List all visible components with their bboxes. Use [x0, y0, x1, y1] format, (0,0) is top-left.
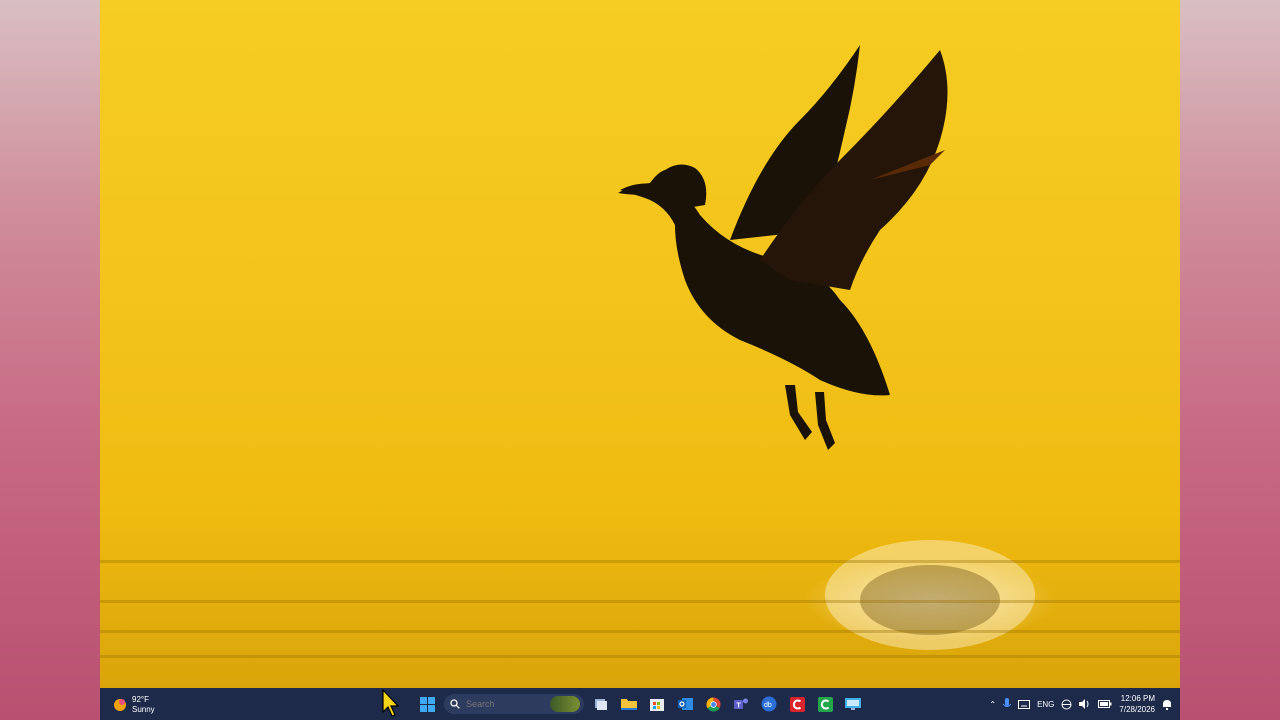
start-button[interactable] — [416, 693, 438, 715]
show-hidden-icons-chevron-icon[interactable]: ⌃ — [989, 700, 996, 709]
svg-text:T: T — [736, 703, 741, 710]
red-app-icon — [789, 696, 805, 712]
search-highlight-image — [550, 696, 580, 712]
svg-text:db: db — [764, 702, 772, 709]
teams-button[interactable]: T — [730, 693, 752, 715]
sun-cloud-icon — [114, 699, 126, 711]
windows-logo-icon — [419, 696, 435, 712]
search-bar[interactable] — [444, 694, 584, 714]
clock-time: 12:06 PM — [1120, 694, 1155, 703]
search-input[interactable] — [464, 698, 528, 710]
system-tray: ⌃ ENG 12:06 PM 7/28/2026 — [989, 692, 1172, 716]
remote-desktop-icon — [845, 698, 861, 710]
search-icon — [450, 699, 460, 709]
keyboard-icon[interactable] — [1018, 699, 1031, 709]
outlook-button[interactable] — [674, 693, 696, 715]
taskbar: 92°F Sunny Search T db ⌃ ENG 12:06 PM 7/… — [100, 688, 1180, 720]
remote-desktop-button[interactable] — [842, 693, 864, 715]
chrome-icon — [705, 696, 721, 712]
store-button[interactable] — [646, 693, 668, 715]
outlook-icon — [677, 698, 693, 710]
duck-silhouette — [618, 45, 1035, 650]
weather-temp: 92°F — [132, 695, 149, 704]
db-icon: db — [761, 696, 777, 712]
mouse-cursor-icon — [382, 688, 400, 717]
red-app-button[interactable] — [786, 693, 808, 715]
chrome-button[interactable] — [702, 693, 724, 715]
network-icon[interactable] — [1061, 699, 1072, 710]
green-app-icon — [817, 696, 833, 712]
task-view-button[interactable] — [590, 693, 612, 715]
volume-icon[interactable] — [1079, 699, 1091, 709]
desktop-wallpaper — [100, 0, 1180, 688]
clock[interactable]: 12:06 PM 7/28/2026 — [1119, 693, 1155, 715]
weather-widget[interactable]: 92°F Sunny — [112, 694, 155, 716]
green-app-button[interactable] — [814, 693, 836, 715]
database-app-button[interactable]: db — [758, 693, 780, 715]
language-indicator[interactable]: ENG — [1037, 700, 1054, 709]
notification-bell-icon[interactable] — [1162, 699, 1172, 710]
teams-icon: T — [733, 698, 748, 710]
task-view-icon — [595, 699, 607, 710]
file-explorer-button[interactable] — [618, 693, 640, 715]
clock-date: 7/28/2026 — [1119, 705, 1155, 714]
store-icon — [650, 699, 664, 711]
battery-icon[interactable] — [1098, 700, 1112, 708]
weather-condition: Sunny — [132, 705, 155, 714]
desktop-screen: 92°F Sunny Search T db ⌃ ENG 12:06 PM 7/… — [100, 0, 1180, 720]
taskbar-center: T db — [416, 693, 864, 715]
folder-icon — [621, 699, 637, 710]
microphone-icon[interactable] — [1003, 698, 1012, 710]
